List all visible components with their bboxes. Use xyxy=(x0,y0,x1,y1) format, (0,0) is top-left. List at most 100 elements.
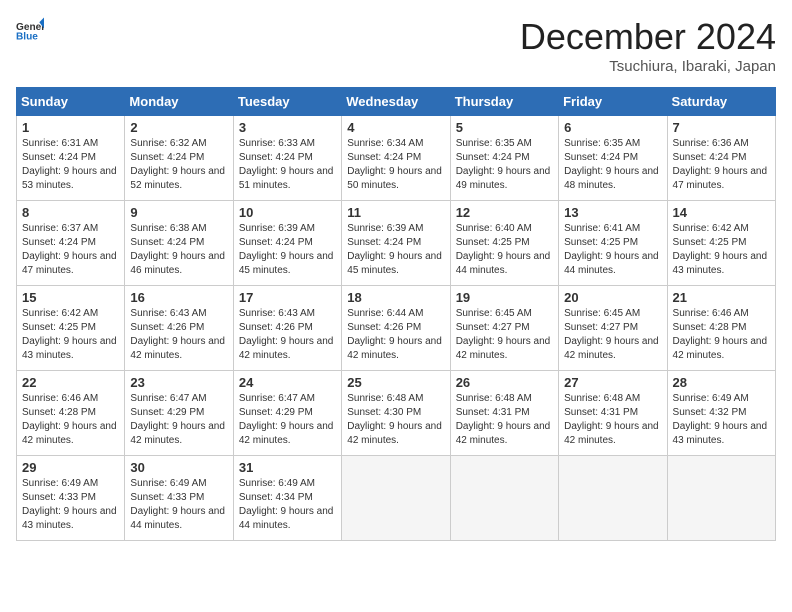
day-info: Sunrise: 6:35 AMSunset: 4:24 PMDaylight:… xyxy=(456,137,553,193)
calendar-week: 22 Sunrise: 6:46 AMSunset: 4:28 PMDayligh… xyxy=(17,371,776,456)
svg-text:Blue: Blue xyxy=(16,31,38,42)
day-info: Sunrise: 6:46 AMSunset: 4:28 PMDaylight:… xyxy=(22,392,119,448)
col-sunday: Sunday xyxy=(17,88,125,116)
day-info: Sunrise: 6:47 AMSunset: 4:29 PMDaylight:… xyxy=(239,392,336,448)
calendar-cell xyxy=(559,456,667,541)
calendar-cell: 28 Sunrise: 6:49 AMSunset: 4:32 PMDayligh… xyxy=(667,371,775,456)
day-number: 25 xyxy=(347,375,444,390)
day-number: 26 xyxy=(456,375,553,390)
col-thursday: Thursday xyxy=(450,88,558,116)
calendar-cell: 20Sunrise: 6:45 AMSunset: 4:27 PMDayligh… xyxy=(559,286,667,371)
col-wednesday: Wednesday xyxy=(342,88,450,116)
calendar-cell: 9Sunrise: 6:38 AMSunset: 4:24 PMDaylight… xyxy=(125,201,233,286)
calendar-cell: 22 Sunrise: 6:46 AMSunset: 4:28 PMDayligh… xyxy=(17,371,125,456)
day-info: Sunrise: 6:46 AMSunset: 4:28 PMDaylight:… xyxy=(673,307,770,363)
logo: General Blue xyxy=(16,16,44,44)
calendar-cell: 29 Sunrise: 6:49 AMSunset: 4:33 PMDayligh… xyxy=(17,456,125,541)
day-info: Sunrise: 6:31 AMSunset: 4:24 PMDaylight:… xyxy=(22,137,119,193)
day-number: 4 xyxy=(347,120,444,135)
day-number: 5 xyxy=(456,120,553,135)
calendar-cell xyxy=(342,456,450,541)
day-info: Sunrise: 6:49 AMSunset: 4:34 PMDaylight:… xyxy=(239,477,336,533)
day-number: 10 xyxy=(239,205,336,220)
day-number: 9 xyxy=(130,205,227,220)
calendar-cell: 27 Sunrise: 6:48 AMSunset: 4:31 PMDayligh… xyxy=(559,371,667,456)
day-number: 13 xyxy=(564,205,661,220)
day-number: 17 xyxy=(239,290,336,305)
day-number: 29 xyxy=(22,460,119,475)
logo-icon: General Blue xyxy=(16,16,44,44)
day-info: Sunrise: 6:40 AMSunset: 4:25 PMDaylight:… xyxy=(456,222,553,278)
calendar-week: 15 Sunrise: 6:42 AMSunset: 4:25 PMDayligh… xyxy=(17,286,776,371)
day-number: 22 xyxy=(22,375,119,390)
calendar-cell: 26Sunrise: 6:48 AMSunset: 4:31 PMDayligh… xyxy=(450,371,558,456)
calendar-cell: 19Sunrise: 6:45 AMSunset: 4:27 PMDayligh… xyxy=(450,286,558,371)
day-info: Sunrise: 6:48 AMSunset: 4:31 PMDaylight:… xyxy=(564,392,661,448)
day-number: 15 xyxy=(22,290,119,305)
day-number: 21 xyxy=(673,290,770,305)
day-number: 31 xyxy=(239,460,336,475)
day-number: 14 xyxy=(673,205,770,220)
day-info: Sunrise: 6:43 AMSunset: 4:26 PMDaylight:… xyxy=(239,307,336,363)
day-number: 7 xyxy=(673,120,770,135)
day-number: 16 xyxy=(130,290,227,305)
day-info: Sunrise: 6:43 AMSunset: 4:26 PMDaylight:… xyxy=(130,307,227,363)
day-info: Sunrise: 6:47 AMSunset: 4:29 PMDaylight:… xyxy=(130,392,227,448)
calendar-cell: 10 Sunrise: 6:39 AMSunset: 4:24 PMDayligh… xyxy=(233,201,341,286)
day-info: Sunrise: 6:45 AMSunset: 4:27 PMDaylight:… xyxy=(456,307,553,363)
calendar-cell: 18Sunrise: 6:44 AMSunset: 4:26 PMDayligh… xyxy=(342,286,450,371)
day-number: 24 xyxy=(239,375,336,390)
calendar-cell: 25Sunrise: 6:48 AMSunset: 4:30 PMDayligh… xyxy=(342,371,450,456)
calendar-week: 8 Sunrise: 6:37 AMSunset: 4:24 PMDaylight… xyxy=(17,201,776,286)
day-number: 27 xyxy=(564,375,661,390)
day-info: Sunrise: 6:34 AMSunset: 4:24 PMDaylight:… xyxy=(347,137,444,193)
calendar-cell: 4 Sunrise: 6:34 AMSunset: 4:24 PMDaylight… xyxy=(342,116,450,201)
day-info: Sunrise: 6:42 AMSunset: 4:25 PMDaylight:… xyxy=(673,222,770,278)
location: Tsuchiura, Ibaraki, Japan xyxy=(520,58,776,75)
calendar-body: 1 Sunrise: 6:31 AMSunset: 4:24 PMDaylight… xyxy=(17,116,776,541)
day-info: Sunrise: 6:39 AMSunset: 4:24 PMDaylight:… xyxy=(239,222,336,278)
day-number: 20 xyxy=(564,290,661,305)
day-info: Sunrise: 6:49 AMSunset: 4:33 PMDaylight:… xyxy=(22,477,119,533)
day-number: 6 xyxy=(564,120,661,135)
day-info: Sunrise: 6:35 AMSunset: 4:24 PMDaylight:… xyxy=(564,137,661,193)
day-info: Sunrise: 6:42 AMSunset: 4:25 PMDaylight:… xyxy=(22,307,119,363)
calendar-cell: 2 Sunrise: 6:32 AMSunset: 4:24 PMDaylight… xyxy=(125,116,233,201)
calendar-cell xyxy=(667,456,775,541)
calendar-week: 29 Sunrise: 6:49 AMSunset: 4:33 PMDayligh… xyxy=(17,456,776,541)
calendar-cell: 16 Sunrise: 6:43 AMSunset: 4:26 PMDayligh… xyxy=(125,286,233,371)
calendar-cell: 13 Sunrise: 6:41 AMSunset: 4:25 PMDayligh… xyxy=(559,201,667,286)
calendar-cell: 6 Sunrise: 6:35 AMSunset: 4:24 PMDaylight… xyxy=(559,116,667,201)
calendar-cell: 5 Sunrise: 6:35 AMSunset: 4:24 PMDaylight… xyxy=(450,116,558,201)
day-number: 2 xyxy=(130,120,227,135)
calendar-cell: 15 Sunrise: 6:42 AMSunset: 4:25 PMDayligh… xyxy=(17,286,125,371)
col-tuesday: Tuesday xyxy=(233,88,341,116)
day-number: 30 xyxy=(130,460,227,475)
col-friday: Friday xyxy=(559,88,667,116)
month-title: December 2024 xyxy=(520,16,776,58)
calendar-cell: 14 Sunrise: 6:42 AMSunset: 4:25 PMDayligh… xyxy=(667,201,775,286)
day-info: Sunrise: 6:39 AMSunset: 4:24 PMDaylight:… xyxy=(347,222,444,278)
day-number: 23 xyxy=(130,375,227,390)
day-info: Sunrise: 6:32 AMSunset: 4:24 PMDaylight:… xyxy=(130,137,227,193)
title-area: December 2024 Tsuchiura, Ibaraki, Japan xyxy=(520,16,776,75)
day-number: 28 xyxy=(673,375,770,390)
day-number: 8 xyxy=(22,205,119,220)
calendar-cell: 21 Sunrise: 6:46 AMSunset: 4:28 PMDayligh… xyxy=(667,286,775,371)
day-number: 12 xyxy=(456,205,553,220)
day-info: Sunrise: 6:37 AMSunset: 4:24 PMDaylight:… xyxy=(22,222,119,278)
day-info: Sunrise: 6:49 AMSunset: 4:32 PMDaylight:… xyxy=(673,392,770,448)
calendar-cell: 1 Sunrise: 6:31 AMSunset: 4:24 PMDaylight… xyxy=(17,116,125,201)
day-number: 1 xyxy=(22,120,119,135)
day-number: 11 xyxy=(347,205,444,220)
page-header: General Blue December 2024 Tsuchiura, Ib… xyxy=(16,16,776,75)
day-info: Sunrise: 6:49 AMSunset: 4:33 PMDaylight:… xyxy=(130,477,227,533)
col-saturday: Saturday xyxy=(667,88,775,116)
calendar-cell: 11 Sunrise: 6:39 AMSunset: 4:24 PMDayligh… xyxy=(342,201,450,286)
calendar-cell: 7Sunrise: 6:36 AMSunset: 4:24 PMDaylight… xyxy=(667,116,775,201)
calendar-cell: 17 Sunrise: 6:43 AMSunset: 4:26 PMDayligh… xyxy=(233,286,341,371)
day-info: Sunrise: 6:41 AMSunset: 4:25 PMDaylight:… xyxy=(564,222,661,278)
day-info: Sunrise: 6:33 AMSunset: 4:24 PMDaylight:… xyxy=(239,137,336,193)
calendar-cell: 3Sunrise: 6:33 AMSunset: 4:24 PMDaylight… xyxy=(233,116,341,201)
calendar-week: 1 Sunrise: 6:31 AMSunset: 4:24 PMDaylight… xyxy=(17,116,776,201)
